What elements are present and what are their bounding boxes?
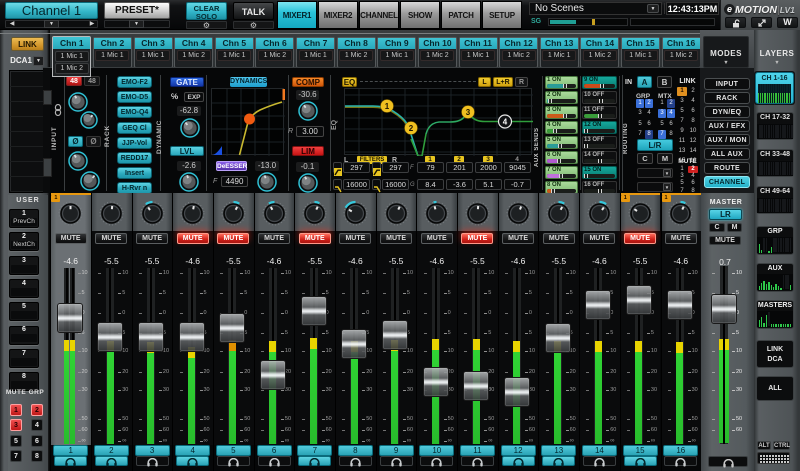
svg-text:3: 3 bbox=[466, 108, 471, 117]
svg-text:1: 1 bbox=[385, 102, 390, 111]
svg-text:4: 4 bbox=[503, 118, 508, 127]
svg-text:2: 2 bbox=[409, 124, 414, 133]
